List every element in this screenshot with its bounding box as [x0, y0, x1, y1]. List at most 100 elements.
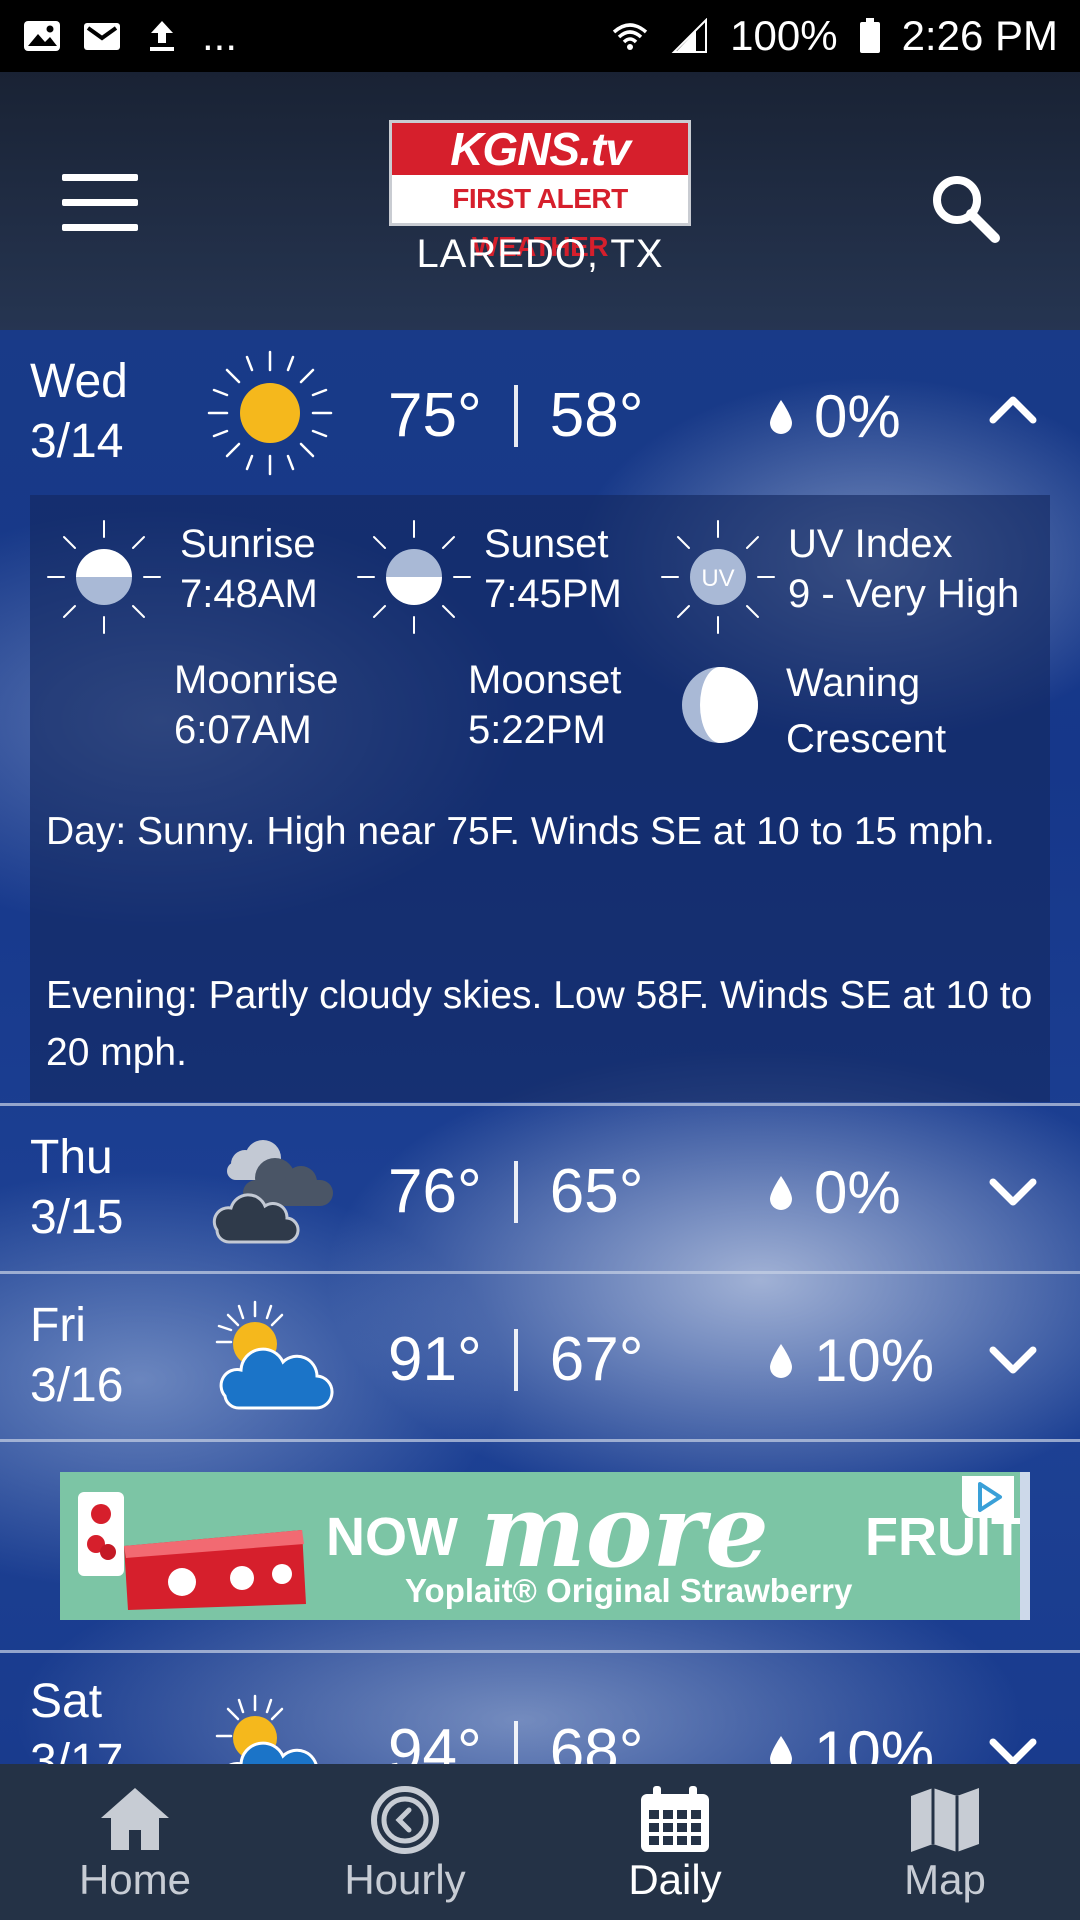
temps: 76° 65° [388, 1156, 644, 1227]
day-label: Thu [30, 1131, 113, 1184]
upload-icon [150, 21, 174, 51]
low-temp: 68° [549, 1717, 644, 1764]
precip-chance: 10% [814, 1719, 935, 1764]
hamburger-icon [62, 174, 138, 181]
precip-chance: 0% [814, 1159, 901, 1226]
day-name: Sat 3/17 [30, 1672, 123, 1764]
logo-bottom: FIRST ALERT WEATHER [452, 183, 628, 262]
sunrise-icon [47, 520, 161, 634]
sunrise-time: 7:48AM [180, 572, 318, 616]
day-row-thu[interactable]: Thu 3/15 76° 65° 0% [0, 1106, 1080, 1274]
ad-now-text: NOW [326, 1507, 458, 1567]
chevron-down-icon[interactable] [985, 1164, 1041, 1220]
droplet-icon [770, 1175, 792, 1210]
row-divider [0, 1650, 1080, 1653]
ad-edge [1020, 1472, 1030, 1620]
partly-cloudy-icon [215, 1300, 334, 1410]
date-label: 3/14 [30, 415, 124, 468]
status-left: ... [22, 12, 237, 60]
wifi-icon [613, 23, 648, 50]
ad-choices-icon [978, 1482, 1002, 1512]
status-time: 2:26 PM [901, 12, 1058, 59]
day-name: Fri 3/16 [30, 1296, 123, 1416]
precip-chance: 0% [814, 383, 901, 450]
temps: 91° 67° [388, 1324, 644, 1395]
temps: 75° 58° [388, 380, 644, 451]
day-row-fri[interactable]: Fri 3/16 91° 67° 10% [0, 1274, 1080, 1442]
uv-text: UV Index 9 - Very High [788, 519, 1019, 619]
cloudy-icon [212, 1140, 333, 1244]
high-temp: 91° [388, 1325, 482, 1394]
nav-daily[interactable]: Daily [540, 1764, 810, 1920]
moon-phase-line1: Waning [786, 661, 921, 705]
ad-subtitle: Yoplait® Original Strawberry [405, 1572, 853, 1609]
low-temp: 65° [549, 1157, 644, 1226]
day-row-sat[interactable]: Sat 3/17 94° 68° 10% [0, 1650, 1080, 1764]
sunrise-label: Sunrise [180, 522, 316, 566]
nav-hourly[interactable]: Hourly [270, 1764, 540, 1920]
ad-banner[interactable]: NOW more FRUIT Yoplait® Original Strawbe… [60, 1472, 1020, 1620]
sunset-text: Sunset 7:45PM [484, 519, 622, 619]
nav-label: Home [78, 1856, 192, 1903]
low-temp: 67° [549, 1325, 644, 1394]
partly-cloudy-icon [215, 1694, 318, 1764]
day-detail-panel: Sunrise 7:48AM Sunset 7:45PM UV UV Index… [30, 495, 1050, 1102]
moonset-time: 5:22PM [468, 708, 606, 752]
sunrise-text: Sunrise 7:48AM [180, 519, 318, 619]
moon-phase-icon [682, 667, 758, 743]
temp-divider [513, 384, 518, 447]
menu-button[interactable] [62, 174, 138, 231]
home-icon [101, 1788, 169, 1850]
row-divider [0, 1439, 1080, 1442]
uv-label: UV Index [788, 522, 953, 566]
hamburger-line [62, 224, 138, 231]
temp-divider [513, 1328, 518, 1391]
temps: 94° 68° [388, 1716, 644, 1764]
day-forecast-text: Day: Sunny. High near 75F. Winds SE at 1… [46, 810, 995, 853]
calendar-icon [641, 1786, 709, 1852]
uv-block: UV UV Index 9 - Very High [658, 517, 1019, 637]
date-label: 3/17 [30, 1735, 124, 1764]
battery-percent: 100% [730, 12, 838, 59]
moonset-text: Moonset 5:22PM [468, 655, 621, 755]
sunset-label: Sunset [484, 522, 609, 566]
uv-value: 9 - Very High [788, 572, 1020, 616]
mail-icon [84, 23, 120, 50]
app-root: ... 100% 2:26 PM KGNS.tv FIRST ALERT WEA… [0, 0, 1080, 1920]
high-temp: 75° [388, 381, 482, 450]
chevron-down-icon[interactable] [985, 1332, 1041, 1388]
date-label: 3/15 [30, 1191, 124, 1244]
precip-chance: 10% [814, 1327, 935, 1394]
day-label: Wed [30, 355, 128, 408]
nav-label: Hourly [344, 1856, 466, 1903]
uv-index-icon: UV [661, 520, 775, 634]
ad-choices-button[interactable] [962, 1476, 1014, 1518]
precip: 10% [768, 1326, 934, 1395]
droplet-icon [770, 399, 792, 434]
location-label[interactable]: LAREDO, TX [0, 232, 1080, 277]
high-temp: 76° [388, 1157, 482, 1226]
day-name: Thu 3/15 [30, 1128, 123, 1248]
status-bar: ... 100% 2:26 PM [0, 0, 1080, 72]
nav-home[interactable]: Home [0, 1764, 270, 1920]
sunset-time: 7:45PM [484, 572, 622, 616]
sunset-icon [357, 520, 471, 634]
moonset-label: Moonset [468, 658, 622, 702]
battery-icon [859, 18, 880, 53]
hamburger-line [62, 199, 138, 206]
moon-phase-block: Waning Crescent [680, 655, 946, 767]
chevron-down-icon[interactable] [985, 1724, 1041, 1764]
day-name: Wed 3/14 [30, 352, 128, 472]
nav-map[interactable]: Map [810, 1764, 1080, 1920]
moonrise-block: Moonrise 6:07AM [64, 655, 339, 755]
status-right: 100% 2:26 PM [610, 12, 1058, 60]
droplet-icon [770, 1343, 792, 1378]
sunrise-block: Sunrise 7:48AM [44, 517, 318, 637]
chevron-up-icon[interactable] [985, 382, 1041, 438]
precip: 10% [768, 1718, 934, 1764]
precip: 0% [768, 382, 901, 451]
moonrise-time: 6:07AM [174, 708, 312, 752]
moonrise-icon [82, 667, 120, 743]
status-more: ... [202, 12, 238, 59]
search-icon[interactable] [925, 168, 1005, 248]
